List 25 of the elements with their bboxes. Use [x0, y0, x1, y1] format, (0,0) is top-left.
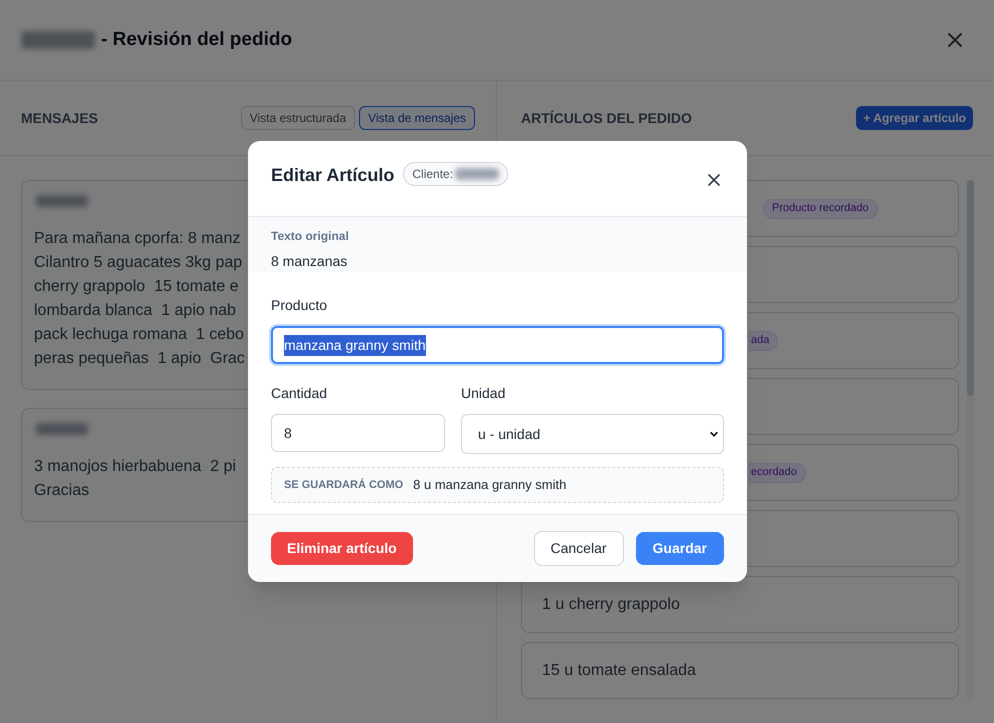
message-text: Cilantro 5 aguacates 3kg pap [34, 253, 242, 273]
preview-text: 8 u manzana granny smith [413, 476, 566, 494]
field-label: Unidad [461, 384, 506, 403]
item-text: 15 u tomate ensalada [542, 660, 696, 680]
message-text: lombarda blanca 1 apio nab [34, 301, 236, 321]
message-text: peras pequeñas 1 apio Grac [34, 349, 245, 369]
item-badge: ecordado [749, 462, 806, 482]
page-title: - Revisión del pedido [101, 28, 292, 52]
message-text: Gracias [34, 481, 90, 501]
client-label: Cliente: [412, 166, 454, 183]
item-text: 1 u cherry grappolo [542, 594, 680, 614]
dialog-title: Editar Artículo [271, 164, 394, 187]
message-text: Para mañana cporfa: 8 manz [34, 229, 240, 249]
preview-label: SE GUARDARÁ COMO [284, 477, 404, 493]
message-text: pack lechuga romana 1 cebo [34, 325, 244, 345]
item-badge: ada [749, 330, 778, 350]
message-text: 3 manojos hierbabuena 2 pi [34, 457, 236, 477]
field-label: Texto original [271, 228, 349, 245]
message-text: cherry grappolo 15 tomate e [34, 277, 239, 297]
item-badge: Producto recordado [763, 198, 878, 218]
original-text: 8 manzanas [271, 252, 348, 271]
section-heading: ARTÍCULOS DEL PEDIDO [521, 108, 692, 128]
field-label: Producto [271, 296, 328, 315]
field-label: Cantidad [271, 384, 328, 403]
section-heading: MENSAJES [21, 108, 98, 128]
